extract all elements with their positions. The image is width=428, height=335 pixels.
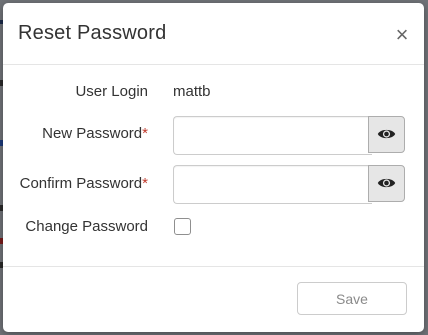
change-password-checkbox[interactable]: [174, 218, 191, 235]
confirm-password-input[interactable]: [173, 165, 372, 204]
required-marker: *: [142, 175, 148, 192]
user-login-label: User Login: [75, 83, 148, 100]
confirm-password-label: Confirm Password*: [20, 175, 148, 192]
show-confirm-password-button[interactable]: [368, 165, 405, 202]
save-button[interactable]: Save: [297, 282, 407, 315]
close-button[interactable]: ×: [394, 24, 410, 46]
change-password-label: Change Password: [25, 218, 148, 235]
user-login-value: mattb: [173, 83, 211, 100]
dialog-header: Reset Password ×: [3, 3, 424, 65]
new-password-group: [173, 116, 405, 155]
dialog-title: Reset Password: [18, 22, 167, 44]
show-new-password-button[interactable]: [368, 116, 405, 153]
dialog-footer: Save: [3, 266, 424, 333]
confirm-password-group: [173, 165, 405, 204]
new-password-label: New Password*: [42, 125, 148, 142]
required-marker: *: [142, 125, 148, 142]
reset-password-dialog: Reset Password × User Login mattb New Pa…: [3, 3, 424, 332]
confirm-password-label-text: Confirm Password: [19, 175, 143, 192]
new-password-label-text: New Password: [42, 125, 143, 142]
new-password-input[interactable]: [173, 116, 372, 155]
